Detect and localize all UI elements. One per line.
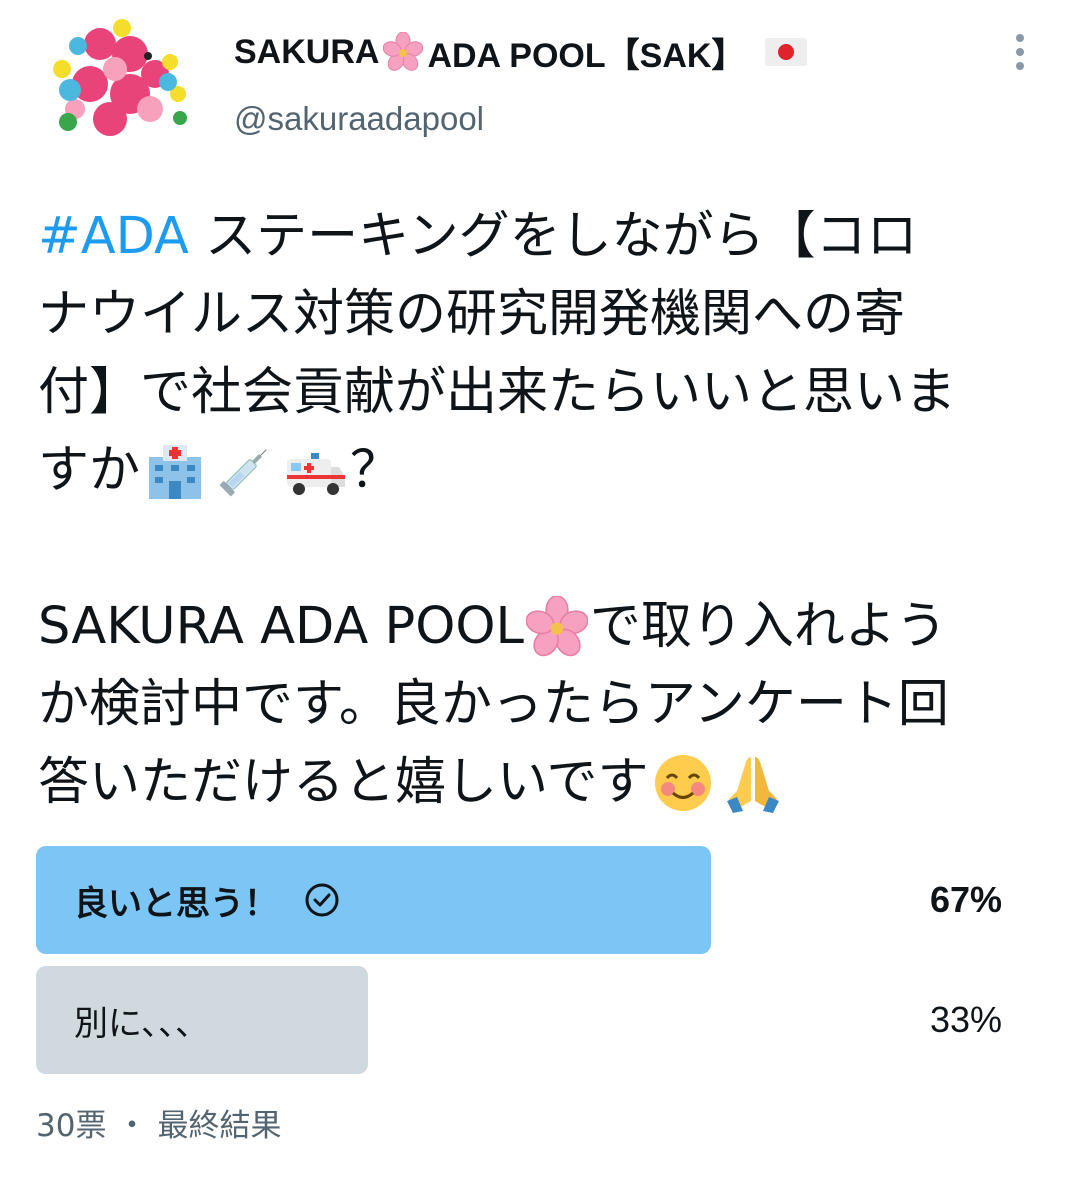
tweet-header: SAKURA ADA POOL【SAK】 @sakuraadapool bbox=[0, 0, 1079, 160]
ambulance-icon bbox=[287, 453, 346, 495]
hospital-icon bbox=[149, 445, 202, 499]
tweet-line: か検討中です。良かったらアンケート回 bbox=[38, 666, 1048, 744]
tweet-text-fragment: 答いただけると嬉しいです bbox=[38, 753, 649, 812]
folded-hands-icon bbox=[727, 757, 780, 813]
tweet-text-fragment: ステーキングをしながら【コロ bbox=[188, 207, 918, 266]
tweet-line: すか ？ bbox=[38, 432, 1048, 510]
flower-bouquet-avatar-icon bbox=[53, 19, 187, 140]
poll-vote-count: 30票 bbox=[36, 1108, 107, 1144]
poll-option-percent: 33% bbox=[929, 999, 1002, 1040]
tweet-line: 答いただけると嬉しいです bbox=[38, 744, 1048, 822]
tweet-text-fragment: すか bbox=[38, 441, 141, 500]
avatar[interactable] bbox=[40, 14, 192, 144]
tweet-line: ナウイルス対策の研究開発機関への寄 bbox=[38, 276, 1048, 354]
poll: 良いと思う！ 67% 別に、、、 33% bbox=[36, 846, 1046, 1086]
poll-option-label-row: 良いと思う！ bbox=[74, 846, 340, 954]
poll-option[interactable]: 別に、、、 33% bbox=[36, 966, 1046, 1074]
tweet-text-fragment: 付】で社会貢献が出来たらいいと思いま bbox=[38, 363, 957, 422]
more-dot-icon bbox=[1016, 62, 1024, 70]
japan-flag-icon bbox=[765, 38, 808, 66]
tweet-line: 付】で社会貢献が出来たらいいと思いま bbox=[38, 354, 1048, 432]
poll-meta-separator: ・ bbox=[116, 1108, 148, 1144]
poll-option-percent: 67% bbox=[929, 879, 1002, 920]
cherry-blossom-icon bbox=[383, 32, 424, 71]
more-dot-icon bbox=[1016, 48, 1024, 56]
hashtag-link[interactable]: #ADA bbox=[38, 198, 189, 276]
display-name-part-2: ADA POOL【SAK】 bbox=[427, 36, 746, 75]
cherry-blossom-icon bbox=[525, 596, 588, 657]
tweet-text: #ADA ステーキングをしながら【コロ ナウイルス対策の研究開発機関への寄 付】… bbox=[38, 198, 1048, 822]
display-name-part-1: SAKURA bbox=[234, 32, 380, 71]
poll-option-label-row: 別に、、、 bbox=[74, 966, 209, 1074]
display-name-row: SAKURA ADA POOL【SAK】 bbox=[234, 28, 808, 77]
tweet-line: SAKURA ADA POOL で取り入れよう bbox=[38, 588, 1048, 666]
poll-meta: 30票 ・ 最終結果 bbox=[36, 1100, 281, 1145]
smiling-face-icon bbox=[655, 755, 712, 811]
user-handle[interactable]: @sakuraadapool bbox=[234, 100, 484, 138]
tweet-text-fragment: か検討中です。良かったらアンケート回 bbox=[38, 675, 949, 734]
poll-option-label: 別に、、、 bbox=[74, 1003, 209, 1044]
more-options-button[interactable] bbox=[1000, 30, 1040, 74]
poll-option-label: 良いと思う！ bbox=[74, 883, 278, 924]
poll-status: 最終結果 bbox=[157, 1108, 282, 1144]
tweet-text-fragment: ？ bbox=[350, 441, 402, 500]
tweet-text-fragment: SAKURA ADA POOL bbox=[38, 597, 524, 656]
syringe-icon bbox=[219, 449, 267, 497]
poll-option[interactable]: 良いと思う！ 67% bbox=[36, 846, 1046, 954]
tweet-line: #ADA ステーキングをしながら【コロ bbox=[38, 198, 1048, 276]
more-dot-icon bbox=[1016, 34, 1024, 42]
tweet-text-fragment: で取り入れよう bbox=[589, 597, 947, 656]
tweet-text-fragment: ナウイルス対策の研究開発機関への寄 bbox=[38, 285, 906, 344]
check-circle-icon bbox=[305, 883, 339, 917]
display-name[interactable]: SAKURA ADA POOL【SAK】 bbox=[234, 28, 808, 77]
